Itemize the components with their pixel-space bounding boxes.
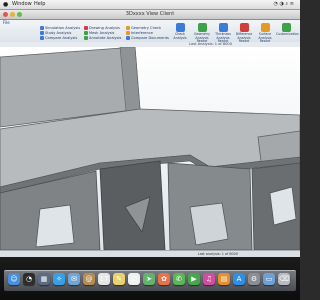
ribbon-big-button-surface[interactable]: Surface Analysis Report: [255, 23, 275, 44]
folder-icon[interactable]: ▭: [263, 273, 275, 285]
messages-glyph: ✆: [176, 275, 182, 283]
status-bar: Last analysis: 1 of 8000: [0, 250, 300, 257]
system-preferences-icon[interactable]: ⚙: [248, 273, 260, 285]
mail-glyph: ✉: [71, 275, 77, 283]
documents-icon: [126, 36, 130, 40]
trash-glyph: ⌫: [279, 275, 289, 283]
notes-glyph: ✎: [116, 275, 122, 283]
app-store-icon[interactable]: A: [233, 273, 245, 285]
facetime-glyph: ▶: [191, 275, 197, 283]
ribbon-big-button-difference[interactable]: Difference Analysis Report: [234, 23, 254, 44]
3d-viewport[interactable]: [0, 47, 300, 250]
report-icon: [197, 23, 207, 32]
part-cutout-far-right: [269, 186, 297, 226]
itunes-icon[interactable]: ♫: [203, 273, 215, 285]
app-store-glyph: A: [236, 275, 242, 283]
window-titlebar: 3Dxxxx View Client: [0, 10, 300, 20]
reminders-icon[interactable]: ☑: [128, 273, 140, 285]
facetime-icon[interactable]: ▶: [188, 273, 200, 285]
trash-icon[interactable]: ⌫: [278, 273, 290, 285]
folder-glyph: ▭: [265, 275, 273, 283]
ribbon-big-button-thickness[interactable]: Thickness Analysis Report: [213, 23, 233, 44]
ribbon-button-annotate[interactable]: Annotate Analysis: [84, 36, 121, 41]
maps-icon[interactable]: ➤: [143, 273, 155, 285]
mission-control-glyph: ▦: [40, 275, 48, 283]
thickness-icon: [218, 23, 228, 32]
customize-icon: [281, 23, 291, 32]
ibooks-icon[interactable]: ▤: [218, 273, 230, 285]
compare-icon: [40, 36, 44, 40]
mission-control-icon[interactable]: ▦: [38, 273, 50, 285]
window-title: 3Dxxxx View Client: [125, 11, 175, 17]
calendar-glyph: 17: [99, 275, 109, 283]
dashboard-icon[interactable]: ◔: [23, 273, 35, 285]
ribbon-big-button-customization[interactable]: Customization: [276, 23, 299, 37]
annotate-icon: [84, 36, 88, 40]
3d-model[interactable]: [0, 47, 300, 250]
ribbon-tab-file[interactable]: File: [3, 20, 10, 25]
contacts-icon[interactable]: @: [83, 273, 95, 285]
geometry-icon: [126, 26, 130, 30]
maps-glyph: ➤: [146, 275, 152, 283]
ribbon-big-button-check[interactable]: Check Analysis: [170, 23, 190, 40]
contacts-glyph: @: [85, 275, 93, 283]
apple-icon[interactable]: ●: [3, 0, 8, 9]
drawing-icon: [84, 26, 88, 30]
mesh-icon: [84, 31, 88, 35]
ribbon-button-compare[interactable]: Compare Analysis: [40, 36, 77, 41]
finder-glyph: ☺: [10, 275, 18, 283]
menu-window[interactable]: Window: [12, 0, 32, 9]
ibooks-glyph: ▤: [220, 275, 228, 283]
calendar-icon[interactable]: 17: [98, 273, 110, 285]
photos-glyph: ✿: [161, 275, 167, 283]
safari-icon[interactable]: ✧: [53, 273, 65, 285]
surface-icon: [260, 23, 270, 32]
safari-glyph: ✧: [56, 275, 62, 283]
menu-help[interactable]: Help: [34, 0, 45, 9]
photos-icon[interactable]: ✿: [158, 273, 170, 285]
status-icons[interactable]: ◔ ◑ ⌕ ≡: [274, 0, 294, 9]
notes-icon[interactable]: ✎: [113, 273, 125, 285]
finder-icon[interactable]: ☺: [8, 273, 20, 285]
reminders-glyph: ☑: [130, 275, 138, 283]
interference-icon: [126, 31, 130, 35]
ribbon-button-documents[interactable]: Compare Documents: [126, 36, 169, 41]
analysis-icon: [40, 26, 44, 30]
menu-bar: ● Window Help ◔ ◑ ⌕ ≡: [0, 0, 300, 10]
itunes-glyph: ♫: [205, 275, 213, 283]
part-cutout-left: [35, 204, 75, 248]
difference-icon: [239, 23, 249, 32]
check-icon: [175, 23, 185, 32]
part-cutout-right: [189, 202, 229, 246]
study-icon: [40, 31, 44, 35]
ribbon-big-button-geometry-report[interactable]: Geometry Analysis Report: [192, 23, 212, 44]
system-preferences-glyph: ⚙: [250, 275, 258, 283]
mail-icon[interactable]: ✉: [68, 273, 80, 285]
dashboard-glyph: ◔: [25, 275, 33, 283]
messages-icon[interactable]: ✆: [173, 273, 185, 285]
